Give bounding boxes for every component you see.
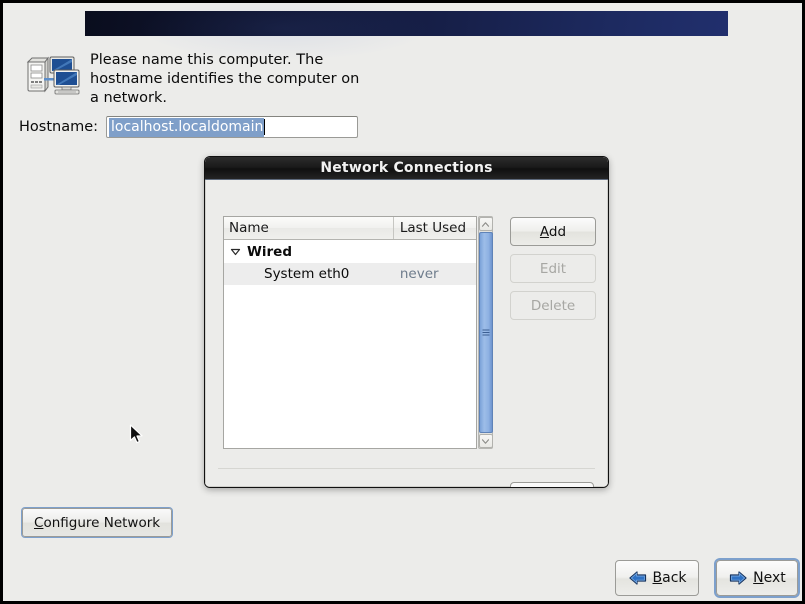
hostname-field-row: Hostname: localhost.localdomain [19, 116, 359, 138]
scrollbar-thumb[interactable] [478, 232, 493, 433]
scroll-up-button[interactable] [478, 217, 493, 231]
connection-last-used: never [399, 266, 439, 282]
configure-network-label: onfigure Network [43, 514, 161, 531]
column-header-last-used[interactable]: Last Used [394, 217, 476, 239]
mouse-pointer-icon [129, 424, 145, 446]
close-button[interactable]: Close [510, 482, 594, 487]
table-row[interactable]: System eth0 never [224, 263, 476, 285]
connections-panel: Name Last Used Wired System eth0 never A… [223, 216, 596, 449]
connection-actions: Add Edit Delete [510, 216, 596, 449]
network-connections-dialog: Network Connections Name Last Used Wired… [204, 156, 609, 488]
edit-label: Edit [539, 260, 567, 277]
intro-section: Please name this computer. The hostname … [24, 51, 364, 108]
grip-lines-icon [482, 329, 490, 336]
column-header-name[interactable]: Name [224, 217, 394, 239]
arrow-left-icon [628, 570, 648, 586]
tree-group-wired[interactable]: Wired [224, 240, 476, 263]
connections-list[interactable]: Name Last Used Wired System eth0 never [223, 216, 477, 449]
back-button[interactable]: Back [615, 560, 699, 596]
back-label: ack [662, 570, 687, 586]
delete-button: Delete [510, 291, 596, 320]
chevron-up-icon [482, 221, 490, 227]
edit-button: Edit [510, 254, 596, 283]
add-label: dd [548, 223, 567, 240]
delete-label: Delete [530, 297, 576, 314]
dialog-titlebar[interactable]: Network Connections [205, 157, 608, 180]
hostname-label: Hostname: [19, 119, 99, 135]
network-computers-icon [24, 53, 82, 99]
next-accel: N [753, 570, 764, 586]
text-caret [264, 119, 266, 135]
hostname-input-value: localhost.localdomain [109, 117, 265, 137]
list-scrollbar[interactable] [477, 216, 493, 449]
next-button[interactable]: Next [716, 560, 798, 596]
scroll-down-button[interactable] [478, 434, 493, 448]
configure-network-button[interactable]: Configure Network [22, 508, 173, 537]
next-label: ext [763, 570, 786, 586]
installer-window: Please name this computer. The hostname … [3, 3, 802, 601]
hostname-input[interactable]: localhost.localdomain [106, 116, 359, 138]
list-header: Name Last Used [224, 217, 476, 240]
chevron-down-icon[interactable] [229, 245, 242, 258]
configure-network-accel: C [34, 514, 44, 531]
add-button[interactable]: Add [510, 217, 596, 246]
dialog-title: Network Connections [320, 160, 493, 176]
back-accel: B [652, 570, 663, 586]
tree-group-label: Wired [247, 243, 292, 260]
chevron-down-icon [482, 438, 490, 444]
dialog-separator [218, 468, 595, 469]
arrow-right-icon [728, 570, 748, 586]
installer-banner [85, 3, 728, 61]
add-accel: A [539, 223, 549, 240]
connection-name: System eth0 [264, 266, 350, 282]
dialog-body: Name Last Used Wired System eth0 never A… [205, 180, 608, 487]
intro-description: Please name this computer. The hostname … [90, 52, 360, 106]
